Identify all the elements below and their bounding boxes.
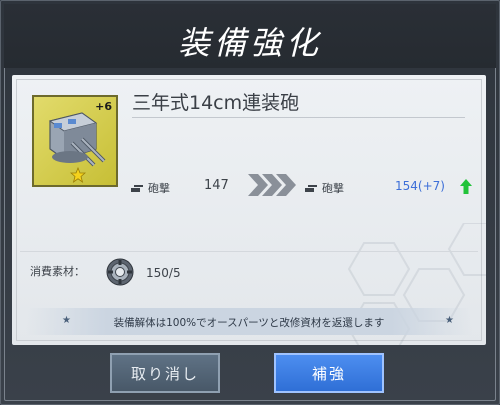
name-divider	[132, 117, 465, 118]
equipment-card[interactable]: +6	[32, 95, 118, 187]
materials-label: 消費素材：	[30, 265, 85, 278]
star-icon: ★	[445, 315, 454, 326]
title-bar: 装備強化	[4, 4, 496, 68]
star-icon	[70, 167, 86, 183]
stat-name: 砲撃	[322, 182, 344, 195]
chevron-right-arrows-icon	[248, 174, 296, 196]
cancel-button[interactable]: 取り消し	[110, 353, 220, 393]
stat-label-before: 砲撃	[130, 180, 170, 196]
section-divider	[20, 251, 478, 252]
equipment-parts-icon	[106, 258, 134, 286]
dialog-title: 装備強化	[177, 24, 322, 62]
level-badge: +6	[95, 100, 112, 113]
firepower-icon	[131, 185, 143, 192]
firepower-icon	[305, 185, 317, 192]
equipment-name: 三年式14cm連装砲	[132, 92, 300, 114]
materials-value: 150/5	[146, 266, 181, 280]
naval-gun-turret-icon	[48, 112, 106, 167]
stat-name: 砲撃	[148, 182, 170, 195]
green-up-arrow-icon	[460, 179, 472, 194]
stat-value-after: 154(+7)	[395, 179, 445, 193]
enhance-panel: +6 三年式14cm連装砲 砲撃 147 砲撃 154(+7) 消費素材： 15…	[12, 75, 486, 345]
notice-banner: ★ 装備解体は100%でオースパーツと改修資材を返還します ★	[26, 308, 472, 335]
reinforce-button[interactable]: 補強	[274, 353, 384, 393]
stat-label-after: 砲撃	[304, 180, 344, 196]
notice-text: 装備解体は100%でオースパーツと改修資材を返還します	[113, 317, 385, 329]
stat-value-before: 147	[204, 178, 229, 193]
